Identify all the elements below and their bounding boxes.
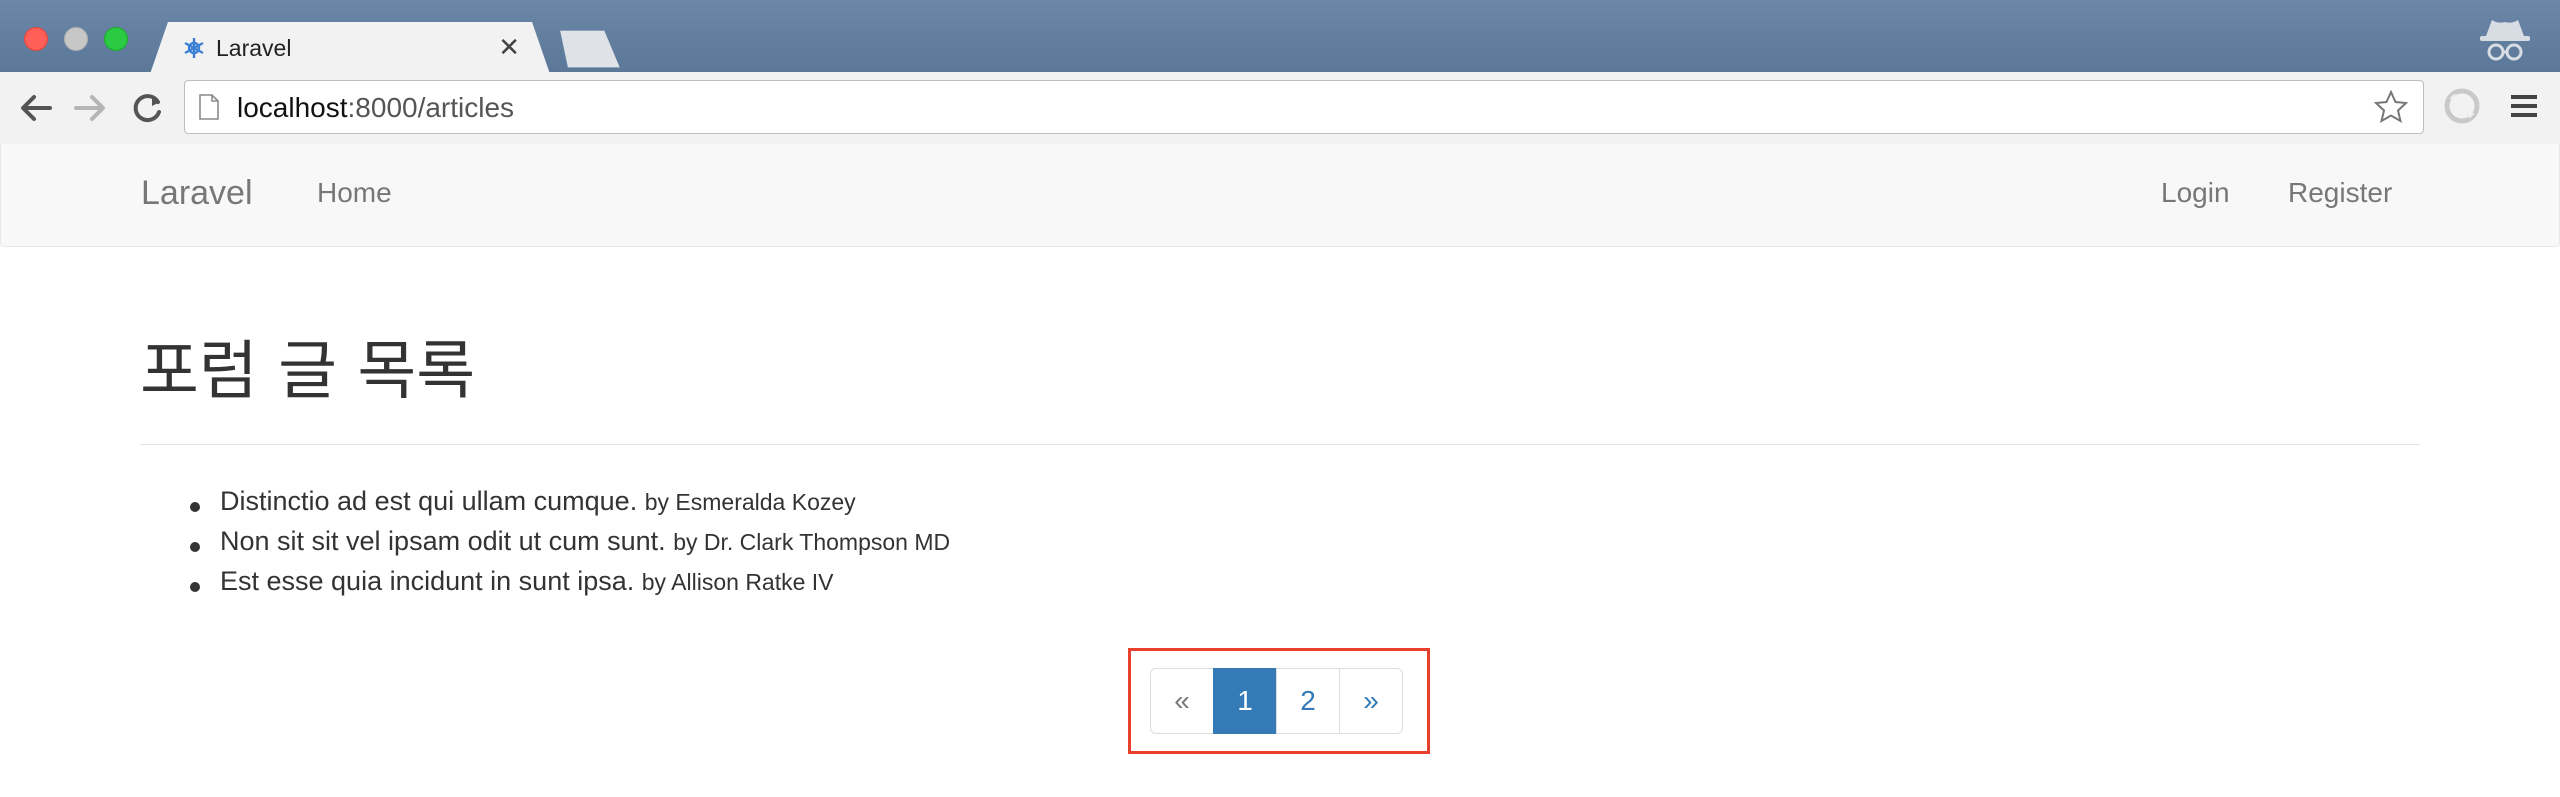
url-host: localhost xyxy=(237,92,348,123)
close-window-button[interactable] xyxy=(24,27,48,51)
browser-titlebar: Laravel ✕ xyxy=(0,0,2560,72)
page-icon xyxy=(199,94,219,120)
new-tab-button[interactable] xyxy=(552,30,620,68)
pagination: « 1 2 » xyxy=(1150,668,1403,734)
list-item: Est esse quia incidunt in sunt ipsa. by … xyxy=(140,566,950,606)
article-title-link[interactable]: Est esse quia incidunt in sunt ipsa. xyxy=(220,566,634,596)
site-navbar: Laravel Home Login Register xyxy=(0,144,2560,247)
incognito-icon xyxy=(2480,20,2530,61)
back-arrow-icon[interactable] xyxy=(16,90,56,126)
browser-toolbar: localhost:8000/articles xyxy=(0,72,2560,145)
pagination-next[interactable]: » xyxy=(1339,668,1403,734)
article-author: by Allison Ratke IV xyxy=(641,569,834,595)
article-author: by Esmeralda Kozey xyxy=(644,489,856,515)
url-text: localhost:8000/articles xyxy=(237,92,514,124)
pagination-page-2[interactable]: 2 xyxy=(1276,668,1340,734)
close-icon[interactable]: ✕ xyxy=(498,32,520,63)
url-path: :8000/articles xyxy=(347,92,515,123)
divider xyxy=(140,444,2420,445)
nav-link-register[interactable]: Register xyxy=(2288,177,2392,209)
tab-title: Laravel xyxy=(216,35,292,61)
nav-link-login[interactable]: Login xyxy=(2161,177,2230,209)
pagination-page-1[interactable]: 1 xyxy=(1213,668,1277,734)
article-title-link[interactable]: Non sit sit vel ipsam odit ut cum sunt. xyxy=(220,526,666,556)
maximize-window-button[interactable] xyxy=(104,27,128,51)
article-list: Distinctio ad est qui ullam cumque. by E… xyxy=(140,486,950,606)
forward-arrow-icon[interactable] xyxy=(70,90,110,126)
article-author: by Dr. Clark Thompson MD xyxy=(673,529,951,555)
address-bar[interactable]: localhost:8000/articles xyxy=(184,80,2424,134)
list-item: Distinctio ad est qui ullam cumque. by E… xyxy=(140,486,950,526)
article-title-link[interactable]: Distinctio ad est qui ullam cumque. xyxy=(220,486,637,516)
navbar-brand[interactable]: Laravel xyxy=(141,174,253,213)
extension-icon[interactable] xyxy=(2442,86,2482,126)
minimize-window-button[interactable] xyxy=(64,27,88,51)
menu-icon[interactable] xyxy=(2508,90,2540,122)
browser-tab-active[interactable]: Laravel ✕ xyxy=(150,22,550,74)
star-icon[interactable] xyxy=(2373,89,2409,125)
pagination-prev: « xyxy=(1150,668,1214,734)
reload-icon[interactable] xyxy=(128,90,168,126)
list-item: Non sit sit vel ipsam odit ut cum sunt. … xyxy=(140,526,950,566)
nav-link-home[interactable]: Home xyxy=(317,177,392,209)
laravel-favicon-icon xyxy=(180,34,208,62)
page-title: 포럼 글 목록 xyxy=(140,335,476,409)
